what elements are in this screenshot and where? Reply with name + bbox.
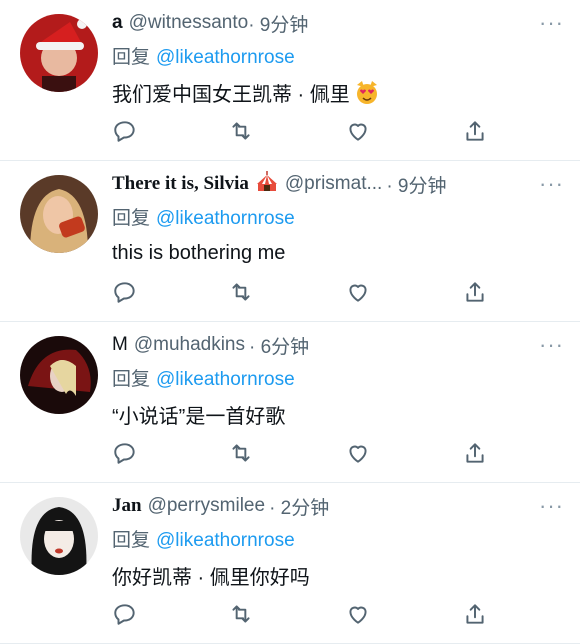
reply-label: 回复: [112, 530, 151, 551]
timestamp[interactable]: · 6分钟: [249, 332, 309, 359]
avatar[interactable]: [20, 175, 98, 253]
user-handle[interactable]: @perrysmilee: [148, 495, 265, 517]
reply-to-handle[interactable]: @likeathornrose: [156, 369, 295, 390]
like-heart-icon[interactable]: [345, 440, 373, 468]
replying-to: 回复 @likeathornrose: [112, 42, 564, 68]
tweet-reply[interactable]: There it is, Silvia @prismat... · 9分钟 ··…: [0, 161, 580, 322]
reply-to-handle[interactable]: @likeathornrose: [156, 47, 295, 68]
tweet-text-content: 你好凯蒂 · 佩里你好吗: [112, 566, 310, 589]
tweet-text-content: 我们爱中国女王凯蒂 · 佩里: [112, 83, 350, 106]
reply-icon[interactable]: [112, 279, 140, 307]
display-name[interactable]: a: [112, 12, 123, 34]
tweet-text: this is bothering me: [112, 239, 564, 267]
like-heart-icon[interactable]: [345, 601, 373, 629]
avatar[interactable]: [20, 14, 98, 92]
more-options-icon[interactable]: ···: [539, 493, 564, 519]
tweet-reply[interactable]: a @witnessanto · 9分钟 ··· 回复 @likeathornro…: [0, 0, 580, 161]
reply-icon[interactable]: [112, 118, 140, 146]
reply-label: 回复: [112, 47, 151, 68]
avatar-image: [20, 497, 98, 575]
user-handle[interactable]: @muhadkins: [134, 334, 245, 356]
more-options-icon[interactable]: ···: [539, 171, 564, 197]
tweet-text-content: “小说话”是一首好歌: [112, 405, 286, 428]
display-name[interactable]: There it is, Silvia: [112, 173, 249, 195]
retweet-icon[interactable]: [228, 440, 256, 468]
reply-icon[interactable]: [112, 440, 140, 468]
reply-to-handle[interactable]: @likeathornrose: [156, 530, 295, 551]
share-icon[interactable]: [462, 601, 490, 629]
avatar[interactable]: [20, 497, 98, 575]
like-heart-icon[interactable]: [345, 118, 373, 146]
heart-eyes-cat-emoji: [356, 81, 377, 104]
timestamp[interactable]: · 2分钟: [269, 493, 329, 520]
share-icon[interactable]: [462, 440, 490, 468]
tweet-reply[interactable]: M @muhadkins · 6分钟 ··· 回复 @likeathornrose…: [0, 322, 580, 483]
display-name[interactable]: M: [112, 334, 128, 356]
more-options-icon[interactable]: ···: [539, 10, 564, 36]
replying-to: 回复 @likeathornrose: [112, 203, 564, 229]
user-handle[interactable]: @witnessanto: [129, 12, 249, 34]
avatar-image: [20, 14, 98, 92]
timestamp[interactable]: · 9分钟: [248, 10, 308, 37]
tweet-text-content: this is bothering me: [112, 241, 286, 264]
retweet-icon[interactable]: [228, 279, 256, 307]
reply-to-handle[interactable]: @likeathornrose: [156, 208, 295, 229]
reply-label: 回复: [112, 208, 151, 229]
avatar-image: [20, 336, 98, 414]
tweet-reply[interactable]: Jan @perrysmilee · 2分钟 ··· 回复 @likeathorn…: [0, 483, 580, 644]
avatar-image: [20, 175, 98, 253]
avatar[interactable]: [20, 336, 98, 414]
user-handle[interactable]: @prismat...: [285, 173, 382, 195]
retweet-icon[interactable]: [228, 118, 256, 146]
retweet-icon[interactable]: [228, 601, 256, 629]
reply-label: 回复: [112, 369, 151, 390]
replying-to: 回复 @likeathornrose: [112, 525, 564, 551]
timestamp[interactable]: · 9分钟: [386, 171, 446, 198]
circus-tent-emoji: [255, 170, 279, 198]
reply-icon[interactable]: [112, 601, 140, 629]
display-name[interactable]: Jan: [112, 495, 142, 517]
tweet-text: “小说话”是一首好歌: [112, 400, 564, 428]
share-icon[interactable]: [462, 279, 490, 307]
replying-to: 回复 @likeathornrose: [112, 364, 564, 390]
tweet-text: 你好凯蒂 · 佩里你好吗: [112, 561, 564, 589]
more-options-icon[interactable]: ···: [539, 332, 564, 358]
like-heart-icon[interactable]: [345, 279, 373, 307]
tweet-text: 我们爱中国女王凯蒂 · 佩里: [112, 78, 564, 106]
share-icon[interactable]: [462, 118, 490, 146]
